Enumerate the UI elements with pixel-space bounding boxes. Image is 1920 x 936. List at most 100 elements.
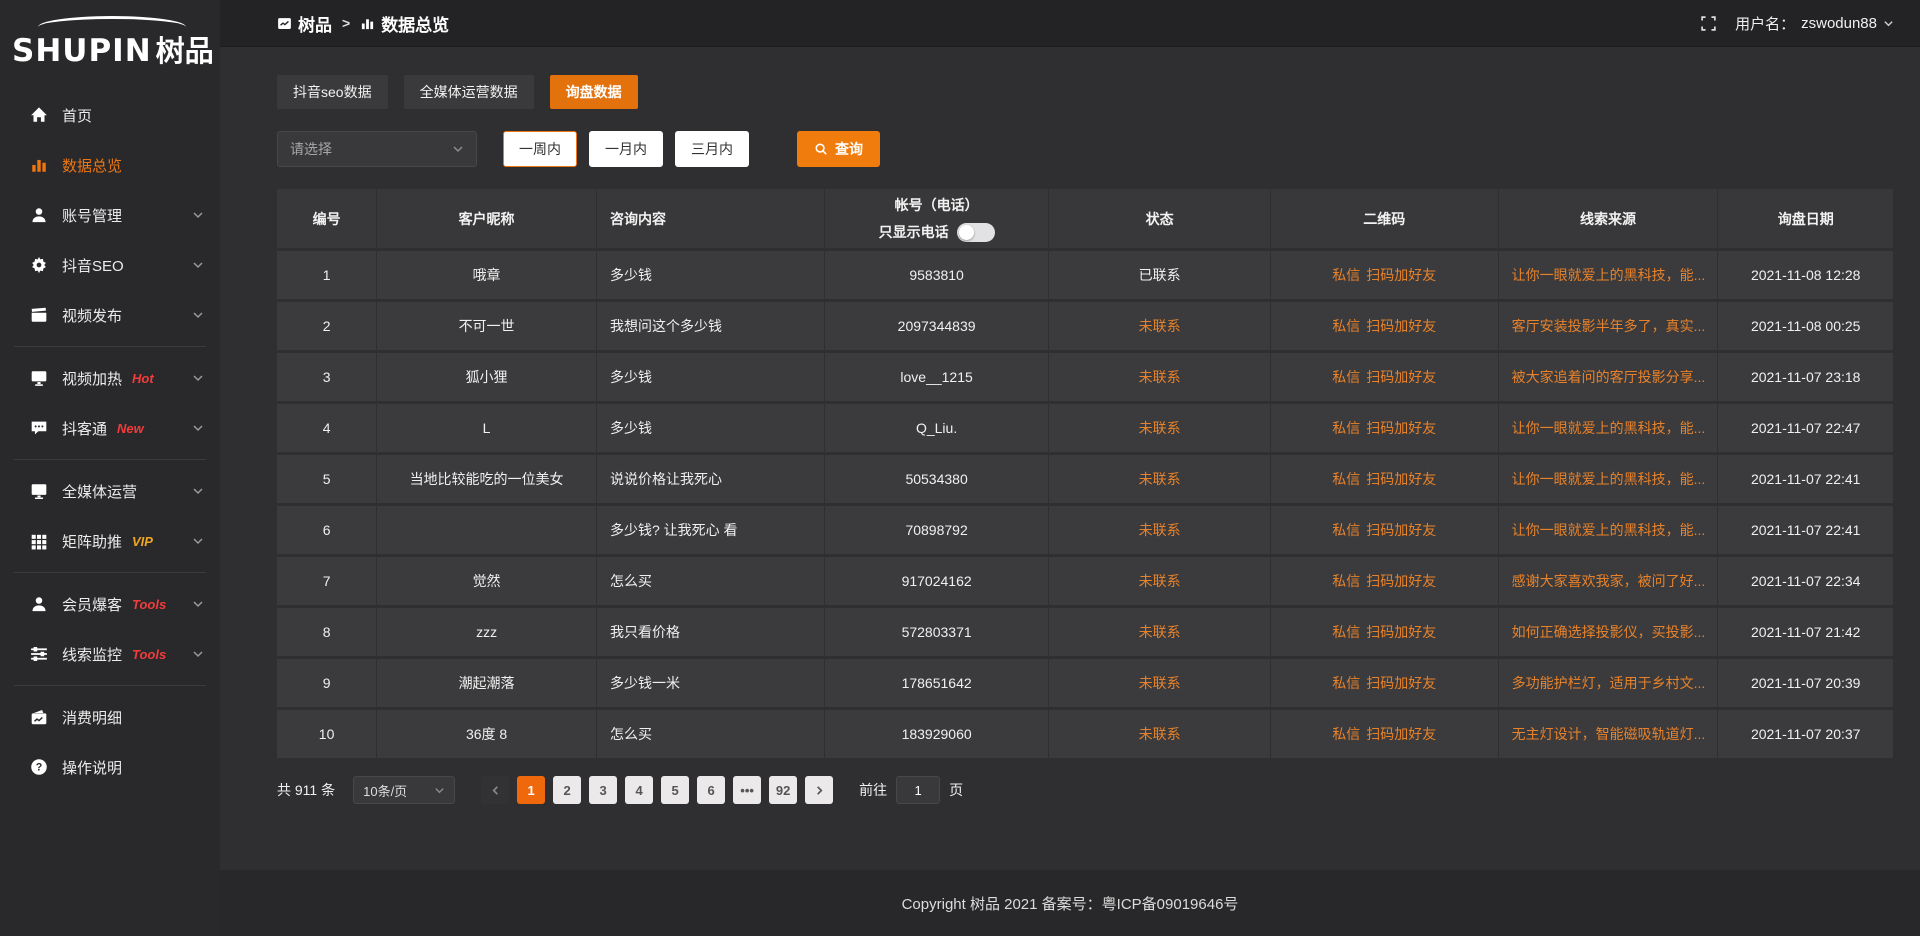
scan-add-friend-link[interactable]: 扫码加好友 (1366, 573, 1436, 589)
breadcrumb-item-home[interactable]: 树品 (277, 11, 332, 36)
cell-date: 2021-11-08 12:28 (1718, 251, 1893, 299)
cell-source[interactable]: 如何正确选择投影仪，买投影... (1499, 608, 1719, 656)
cell-source[interactable]: 让你一眼就爱上的黑科技，能... (1499, 455, 1719, 503)
cell-source[interactable]: 让你一眼就爱上的黑科技，能... (1499, 251, 1719, 299)
prev-page-button[interactable] (481, 776, 509, 804)
scan-add-friend-link[interactable]: 扫码加好友 (1366, 420, 1436, 436)
cell-source[interactable]: 让你一眼就爱上的黑科技，能... (1499, 404, 1719, 452)
sidebar-item[interactable]: 首页 (0, 90, 220, 140)
private-message-link[interactable]: 私信 (1332, 420, 1360, 436)
sidebar-item[interactable]: 视频发布 (0, 290, 220, 340)
private-message-link[interactable]: 私信 (1332, 318, 1360, 334)
home-icon (30, 106, 48, 124)
goto-label: 前往 (859, 780, 887, 800)
scan-add-friend-link[interactable]: 扫码加好友 (1366, 369, 1436, 385)
tab-button[interactable]: 抖音seo数据 (277, 75, 388, 109)
tab-button[interactable]: 询盘数据 (550, 75, 638, 109)
scan-add-friend-link[interactable]: 扫码加好友 (1366, 624, 1436, 640)
user-menu[interactable]: 用户名：zswodun88 (1735, 13, 1894, 34)
tab-button[interactable]: 全媒体运营数据 (404, 75, 534, 109)
scan-add-friend-link[interactable]: 扫码加好友 (1366, 675, 1436, 691)
sidebar-item[interactable]: 消费明细 (0, 692, 220, 742)
sidebar-item[interactable]: 全媒体运营 (0, 466, 220, 516)
table-row: 9潮起潮落多少钱一米178651642未联系私信扫码加好友多功能护栏灯，适用于乡… (277, 659, 1893, 707)
col-header-status: 状态 (1049, 189, 1270, 248)
user-area: 用户名：zswodun88 (1700, 13, 1894, 34)
video-icon (30, 306, 48, 324)
page-number-button[interactable]: 6 (697, 776, 725, 804)
cell-date: 2021-11-07 22:34 (1718, 557, 1893, 605)
sidebar-item[interactable]: 抖客通New (0, 403, 220, 453)
phone-only-toggle[interactable] (957, 223, 995, 242)
cell-source[interactable]: 感谢大家喜欢我家，被问了好... (1499, 557, 1719, 605)
cell-source[interactable]: 让你一眼就爱上的黑科技，能... (1499, 506, 1719, 554)
scan-add-friend-link[interactable]: 扫码加好友 (1366, 522, 1436, 538)
search-button[interactable]: 查询 (797, 131, 880, 167)
cell-status: 未联系 (1049, 455, 1270, 503)
sidebar-item[interactable]: 视频加热Hot (0, 353, 220, 403)
cell-date: 2021-11-07 20:39 (1718, 659, 1893, 707)
row-id: 1 (277, 251, 377, 299)
page-number-button[interactable]: 4 (625, 776, 653, 804)
sidebar-item[interactable]: 矩阵助推VIP (0, 516, 220, 566)
next-page-button[interactable] (805, 776, 833, 804)
scan-add-friend-link[interactable]: 扫码加好友 (1366, 318, 1436, 334)
sidebar-item[interactable]: 会员爆客Tools (0, 579, 220, 629)
breadcrumb-item-current[interactable]: 数据总览 (360, 11, 449, 36)
period-button[interactable]: 三月内 (675, 131, 749, 167)
breadcrumb-label: 树品 (298, 11, 332, 36)
cell-source[interactable]: 多功能护栏灯，适用于乡村文... (1499, 659, 1719, 707)
scan-add-friend-link[interactable]: 扫码加好友 (1366, 267, 1436, 283)
cell-source[interactable]: 客厅安装投影半年多了，真实... (1499, 302, 1719, 350)
page-number-button[interactable]: 2 (553, 776, 581, 804)
sidebar-item-label: 账号管理 (62, 205, 122, 226)
private-message-link[interactable]: 私信 (1332, 573, 1360, 589)
table-header-row: 编号 客户昵称 咨询内容 帐号（电话） 只显示电话 状态 二维码 线索来源 (277, 189, 1893, 248)
sidebar-item-badge: Tools (132, 647, 166, 662)
private-message-link[interactable]: 私信 (1332, 675, 1360, 691)
page-number-button[interactable]: 1 (517, 776, 545, 804)
col-header-nickname: 客户昵称 (377, 189, 597, 248)
private-message-link[interactable]: 私信 (1332, 726, 1360, 742)
account-select[interactable]: 请选择 (277, 131, 477, 167)
private-message-link[interactable]: 私信 (1332, 267, 1360, 283)
page-number-button[interactable]: 5 (661, 776, 689, 804)
chevron-down-icon (192, 372, 204, 384)
page-number-button[interactable]: 3 (589, 776, 617, 804)
private-message-link[interactable]: 私信 (1332, 471, 1360, 487)
scan-add-friend-link[interactable]: 扫码加好友 (1366, 726, 1436, 742)
col-header-content: 咨询内容 (597, 189, 825, 248)
sidebar-item[interactable]: 线索监控 Tools (0, 629, 220, 679)
cell-source[interactable]: 无主灯设计，智能磁吸轨道灯... (1499, 710, 1719, 758)
sidebar-divider (14, 572, 206, 573)
search-label: 查询 (835, 139, 863, 159)
pagination: 共 911 条 10条/页 123456•••92 (277, 776, 1893, 804)
row-id: 2 (277, 302, 377, 350)
row-id: 5 (277, 455, 377, 503)
more-pages-button[interactable]: ••• (733, 776, 761, 804)
page-number-button[interactable]: 92 (769, 776, 797, 804)
sidebar-item[interactable]: 抖音SEO (0, 240, 220, 290)
fullscreen-icon[interactable] (1700, 15, 1717, 32)
topbar: 树品 > 数据总览 用户名：zswodun88 (220, 0, 1920, 47)
private-message-link[interactable]: 私信 (1332, 522, 1360, 538)
private-message-link[interactable]: 私信 (1332, 624, 1360, 640)
period-button[interactable]: 一周内 (503, 131, 577, 167)
sidebar-item[interactable]: ?操作说明 (0, 742, 220, 792)
sidebar-item[interactable]: 数据总览 (0, 140, 220, 190)
sidebar-divider (14, 459, 206, 460)
scan-add-friend-link[interactable]: 扫码加好友 (1366, 471, 1436, 487)
period-button[interactable]: 一月内 (589, 131, 663, 167)
private-message-link[interactable]: 私信 (1332, 369, 1360, 385)
goto-page-input[interactable] (896, 776, 940, 804)
col-header-account: 帐号（电话） 只显示电话 (825, 189, 1050, 248)
sidebar-divider (14, 346, 206, 347)
cell-date: 2021-11-07 23:18 (1718, 353, 1893, 401)
page-size-value: 10条/页 (363, 781, 407, 800)
row-id: 3 (277, 353, 377, 401)
col-header-source: 线索来源 (1499, 189, 1719, 248)
page-size-select[interactable]: 10条/页 (353, 776, 455, 804)
sidebar-item[interactable]: 账号管理 (0, 190, 220, 240)
sidebar-item-label: 线索监控 (62, 644, 122, 665)
cell-source[interactable]: 被大家追着问的客厅投影分享... (1499, 353, 1719, 401)
